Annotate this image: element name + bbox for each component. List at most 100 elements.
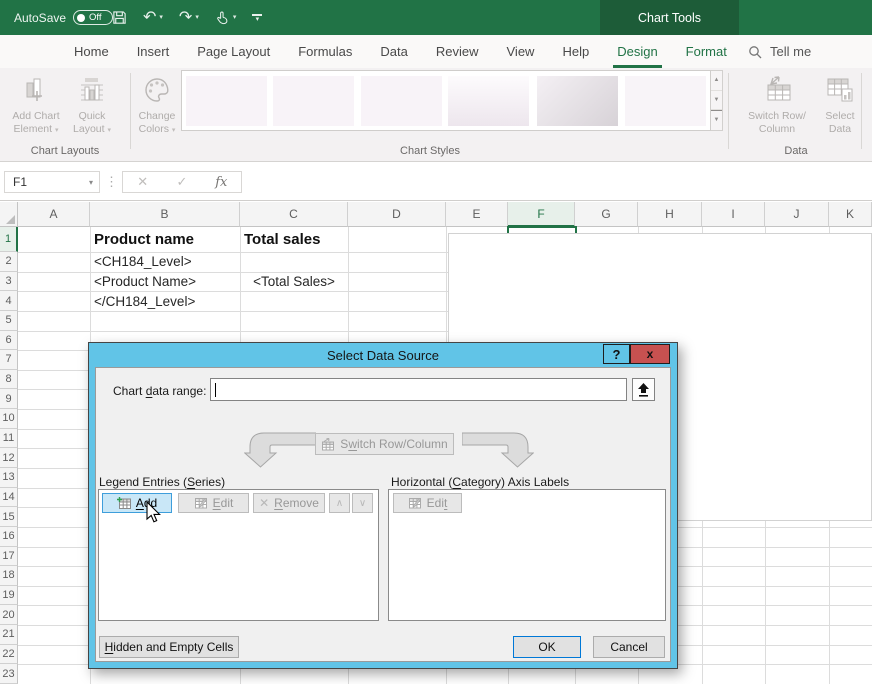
row-header-21[interactable]: 21	[0, 625, 18, 645]
tab-help[interactable]: Help	[548, 35, 603, 68]
select-data-ribbon-button[interactable]: Select Data	[819, 72, 861, 148]
chart-style-thumbnail[interactable]	[361, 76, 442, 126]
autosave-pill[interactable]: Off	[73, 10, 113, 25]
dialog-close-button[interactable]: x	[630, 344, 670, 364]
ok-button[interactable]: OK	[513, 636, 581, 658]
column-header-F[interactable]: F	[508, 202, 575, 227]
undo-button[interactable]: ↶ ▾	[143, 10, 163, 26]
chart-style-thumbnail[interactable]	[448, 76, 529, 126]
group-label-data: Data	[731, 145, 861, 157]
tab-format[interactable]: Format	[672, 35, 741, 68]
remove-series-button[interactable]: ✕ Remove	[253, 493, 325, 513]
select-all-button[interactable]	[0, 202, 18, 227]
row-header-1[interactable]: 1	[0, 227, 18, 252]
confirm-entry-button[interactable]: ✓	[162, 172, 201, 192]
row-header-18[interactable]: 18	[0, 566, 18, 586]
dialog-help-button[interactable]: ?	[603, 344, 630, 364]
add-series-button[interactable]: Add	[102, 493, 172, 513]
tab-review[interactable]: Review	[422, 35, 493, 68]
add-chart-element-button[interactable]: Add Chart Element ▾	[8, 72, 64, 148]
column-header-A[interactable]: A	[18, 202, 90, 227]
tab-formulas[interactable]: Formulas	[284, 35, 366, 68]
row-header-19[interactable]: 19	[0, 586, 18, 606]
cell-B1[interactable]: Product name	[90, 227, 240, 252]
row-header-11[interactable]: 11	[0, 429, 18, 449]
check-icon: ✓	[177, 174, 188, 190]
row-header-17[interactable]: 17	[0, 547, 18, 567]
cancel-button[interactable]: Cancel	[593, 636, 665, 658]
column-header-D[interactable]: D	[348, 202, 446, 227]
chart-style-thumbnail[interactable]	[537, 76, 618, 126]
row-header-14[interactable]: 14	[0, 488, 18, 508]
row-header-5[interactable]: 5	[0, 311, 18, 331]
tab-insert[interactable]: Insert	[123, 35, 184, 68]
tab-data[interactable]: Data	[366, 35, 421, 68]
tab-design[interactable]: Design	[603, 35, 671, 68]
tell-me-box[interactable]: Tell me	[748, 35, 811, 68]
axis-labels-list[interactable]: Edit	[388, 489, 666, 621]
insert-function-button[interactable]: fx	[202, 172, 241, 192]
cell-B3[interactable]: <Product Name>	[90, 272, 240, 292]
chart-style-thumbnail[interactable]	[625, 76, 706, 126]
switch-row-column-button[interactable]: Switch Row/Column	[315, 433, 454, 455]
row-header-23[interactable]: 23	[0, 664, 18, 684]
collapse-dialog-button[interactable]	[632, 378, 655, 401]
cell-C1[interactable]: Total sales	[240, 227, 348, 252]
tab-view[interactable]: View	[493, 35, 549, 68]
touch-mode-caret-icon: ▾	[233, 14, 237, 21]
hidden-empty-cells-button[interactable]: Hidden and Empty Cells	[99, 636, 239, 658]
row-header-8[interactable]: 8	[0, 370, 18, 390]
row-header-10[interactable]: 10	[0, 409, 18, 429]
row-header-4[interactable]: 4	[0, 291, 18, 311]
gallery-more-button[interactable]: ▼	[711, 110, 722, 130]
chart-data-range-input[interactable]	[210, 378, 627, 401]
cancel-icon: ✕	[137, 174, 148, 190]
touch-mouse-mode-button[interactable]: ▾	[215, 10, 237, 25]
gallery-scroll-down-button[interactable]: ▼	[711, 91, 722, 111]
change-colors-button[interactable]: Change Colors ▾	[134, 72, 180, 148]
row-header-22[interactable]: 22	[0, 645, 18, 665]
cell-B4[interactable]: </CH184_Level>	[90, 291, 240, 311]
column-header-J[interactable]: J	[765, 202, 829, 227]
column-header-B[interactable]: B	[90, 202, 240, 227]
switch-row-column-ribbon-button[interactable]: Switch Row/ Column	[735, 72, 819, 148]
chart-style-thumbnail[interactable]	[273, 76, 354, 126]
customize-qat-button[interactable]: ▾	[252, 14, 262, 22]
cell-B2[interactable]: <CH184_Level>	[90, 252, 240, 272]
row-header-16[interactable]: 16	[0, 527, 18, 547]
cancel-entry-button[interactable]: ✕	[123, 172, 162, 192]
name-box-caret-icon[interactable]: ▾	[89, 178, 93, 187]
row-header-13[interactable]: 13	[0, 468, 18, 488]
row-header-7[interactable]: 7	[0, 350, 18, 370]
column-header-H[interactable]: H	[638, 202, 702, 227]
edit-axis-labels-button[interactable]: Edit	[393, 493, 462, 513]
gallery-scroll-up-button[interactable]: ▲	[711, 71, 722, 91]
tab-home[interactable]: Home	[60, 35, 123, 68]
legend-entries-list[interactable]: Add Edit ✕ Remove	[98, 489, 379, 621]
move-series-up-button[interactable]: ∧	[329, 493, 350, 513]
column-header-K[interactable]: K	[829, 202, 872, 227]
row-header-6[interactable]: 6	[0, 331, 18, 351]
title-bar: AutoSave Off ↶ ▾ ↷ ▾	[0, 0, 872, 35]
row-header-15[interactable]: 15	[0, 507, 18, 527]
name-box[interactable]: F1 ▾	[4, 171, 100, 193]
save-button[interactable]	[112, 10, 127, 25]
row-header-20[interactable]: 20	[0, 605, 18, 625]
row-header-12[interactable]: 12	[0, 448, 18, 468]
redo-button[interactable]: ↷ ▾	[179, 10, 199, 26]
column-header-E[interactable]: E	[446, 202, 508, 227]
row-header-2[interactable]: 2	[0, 252, 18, 272]
column-header-C[interactable]: C	[240, 202, 348, 227]
formula-input[interactable]	[243, 171, 872, 193]
column-header-G[interactable]: G	[575, 202, 638, 227]
row-header-3[interactable]: 3	[0, 272, 18, 292]
row-header-9[interactable]: 9	[0, 389, 18, 409]
move-series-down-button[interactable]: ∨	[352, 493, 373, 513]
cell-C3[interactable]: <Total Sales>	[240, 272, 348, 292]
tab-page-layout[interactable]: Page Layout	[183, 35, 284, 68]
chart-style-thumbnail[interactable]	[186, 76, 267, 126]
column-header-I[interactable]: I	[702, 202, 765, 227]
edit-series-button[interactable]: Edit	[178, 493, 249, 513]
autosave-toggle[interactable]: AutoSave Off	[14, 0, 113, 35]
quick-layout-button[interactable]: Quick Layout ▾	[64, 72, 120, 148]
